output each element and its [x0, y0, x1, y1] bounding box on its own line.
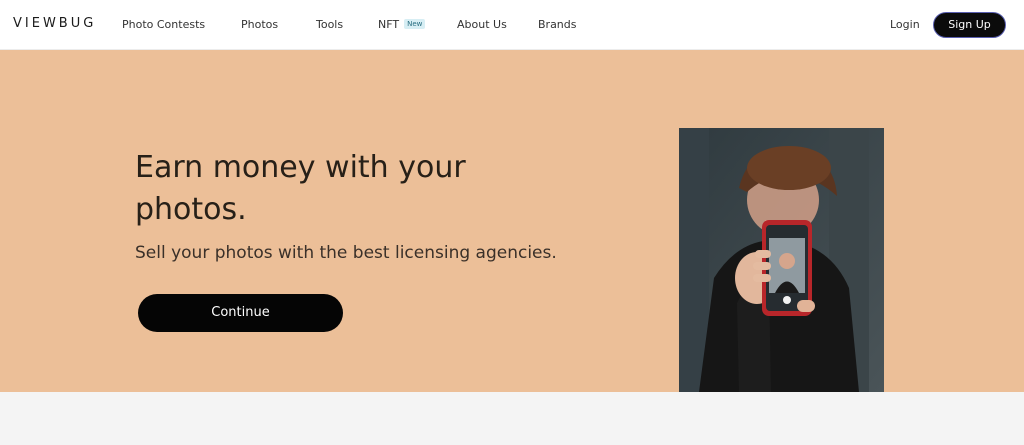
viewbug-logo[interactable]: VIEWBUG — [13, 16, 96, 31]
nav-nft-label: NFT — [378, 18, 400, 31]
hero-subtitle: Sell your photos with the best licensing… — [135, 243, 557, 263]
nav-about-us[interactable]: About Us — [457, 18, 507, 31]
nav-nft[interactable]: NFT New — [378, 18, 426, 31]
person-holding-phone-photo-icon — [679, 128, 884, 392]
new-badge: New — [404, 19, 426, 29]
signup-button[interactable]: Sign Up — [933, 12, 1006, 38]
hero-section: Earn money with your photos. Sell your p… — [0, 50, 1024, 392]
hero-headline: Earn money with your photos. — [135, 150, 466, 227]
below-hero-area — [0, 392, 1024, 445]
nav-photo-contests[interactable]: Photo Contests — [122, 18, 205, 31]
nav-tools[interactable]: Tools — [316, 18, 343, 31]
top-nav: VIEWBUG Photo Contests Photos Tools NFT N… — [0, 0, 1024, 50]
hero-photo — [679, 128, 884, 392]
nav-photos-label: Photos — [241, 18, 279, 31]
login-link[interactable]: Login — [890, 18, 920, 31]
nav-brands[interactable]: Brands — [538, 18, 577, 31]
nav-about-us-label: About Us — [457, 18, 507, 31]
continue-button[interactable]: Continue — [138, 294, 343, 332]
nav-photo-contests-label: Photo Contests — [122, 18, 206, 31]
nav-brands-label: Brands — [538, 18, 577, 31]
nav-photos[interactable]: Photos — [241, 18, 278, 31]
nav-tools-label: Tools — [316, 18, 344, 31]
